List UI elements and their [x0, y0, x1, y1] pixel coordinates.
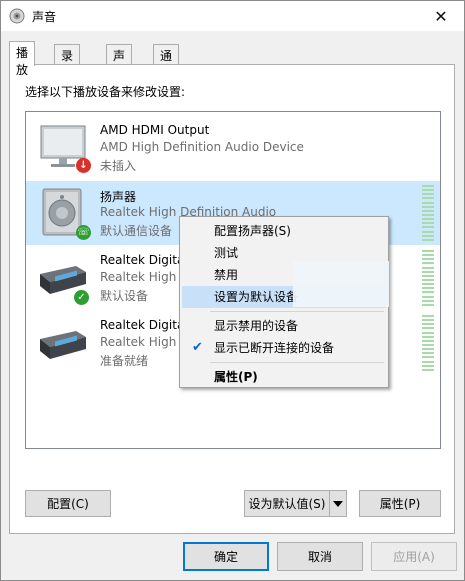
close-icon: ✕ [434, 6, 448, 26]
tab-sounds[interactable]: 声音 [106, 44, 133, 80]
watermark-overlay [293, 261, 389, 307]
device-status: 默认通信设备 [100, 224, 173, 238]
tab-playback[interactable]: 播放 [9, 41, 36, 77]
tab-recording[interactable]: 录制 [54, 44, 81, 80]
unplugged-badge-icon: ↓ [76, 158, 91, 173]
menu-separator [210, 362, 384, 363]
check-badge-icon: ✓ [74, 290, 89, 305]
cancel-button[interactable]: 取消 [277, 542, 363, 571]
device-description: AMD High Definition Audio Device [100, 140, 304, 154]
phone-badge-icon: ☏ [76, 225, 91, 240]
check-icon: ✔ [192, 340, 203, 355]
apply-button[interactable]: 应用(A) [371, 542, 457, 571]
menu-item-label: 显示已断开连接的设备 [214, 341, 335, 355]
tab-communications[interactable]: 通信 [153, 44, 180, 80]
menu-separator [210, 311, 384, 312]
title-bar[interactable]: 声音 ✕ [1, 1, 464, 31]
device-name: 扬声器 [100, 190, 137, 204]
device-name: Realtek Digital [100, 253, 188, 267]
device-item-hdmi[interactable]: ↓ AMD HDMI Output AMD High Definition Au… [26, 116, 440, 180]
volume-level-meter [422, 185, 434, 241]
menu-item-configure-speakers[interactable]: 配置扬声器(S) [182, 220, 386, 242]
device-description: Realtek High D [100, 270, 190, 284]
sound-dialog: 声音 ✕ 播放 录制 声音 通信 选择以下播放设备来修改设置: ↓ AMD HD… [0, 0, 465, 581]
menu-item-properties[interactable]: 属性(P) [182, 366, 386, 388]
set-default-dropdown[interactable] [329, 490, 347, 517]
device-name: Realtek Digital [100, 318, 188, 332]
device-name: AMD HDMI Output [100, 123, 210, 137]
menu-item-show-disabled[interactable]: 显示禁用的设备 [182, 315, 386, 337]
set-default-button[interactable]: 设为默认值(S) [244, 490, 329, 517]
close-button[interactable]: ✕ [418, 1, 464, 31]
sound-icon [9, 8, 25, 24]
device-status: 默认设备 [100, 289, 149, 303]
chevron-down-icon [333, 500, 343, 507]
device-status: 未插入 [100, 159, 137, 173]
digital-receiver-icon [40, 331, 86, 359]
menu-item-show-disconnected[interactable]: ✔ 显示已断开连接的设备 [182, 337, 386, 359]
device-description: Realtek High D [100, 335, 190, 349]
configure-button[interactable]: 配置(C) [25, 490, 111, 517]
properties-button[interactable]: 属性(P) [359, 490, 441, 517]
volume-level-meter [422, 250, 434, 306]
instruction-text: 选择以下播放设备来修改设置: [25, 85, 186, 99]
ok-button[interactable]: 确定 [183, 542, 269, 571]
device-status: 准备就绪 [100, 354, 149, 368]
volume-level-meter [422, 315, 434, 371]
window-title: 声音 [32, 10, 57, 24]
